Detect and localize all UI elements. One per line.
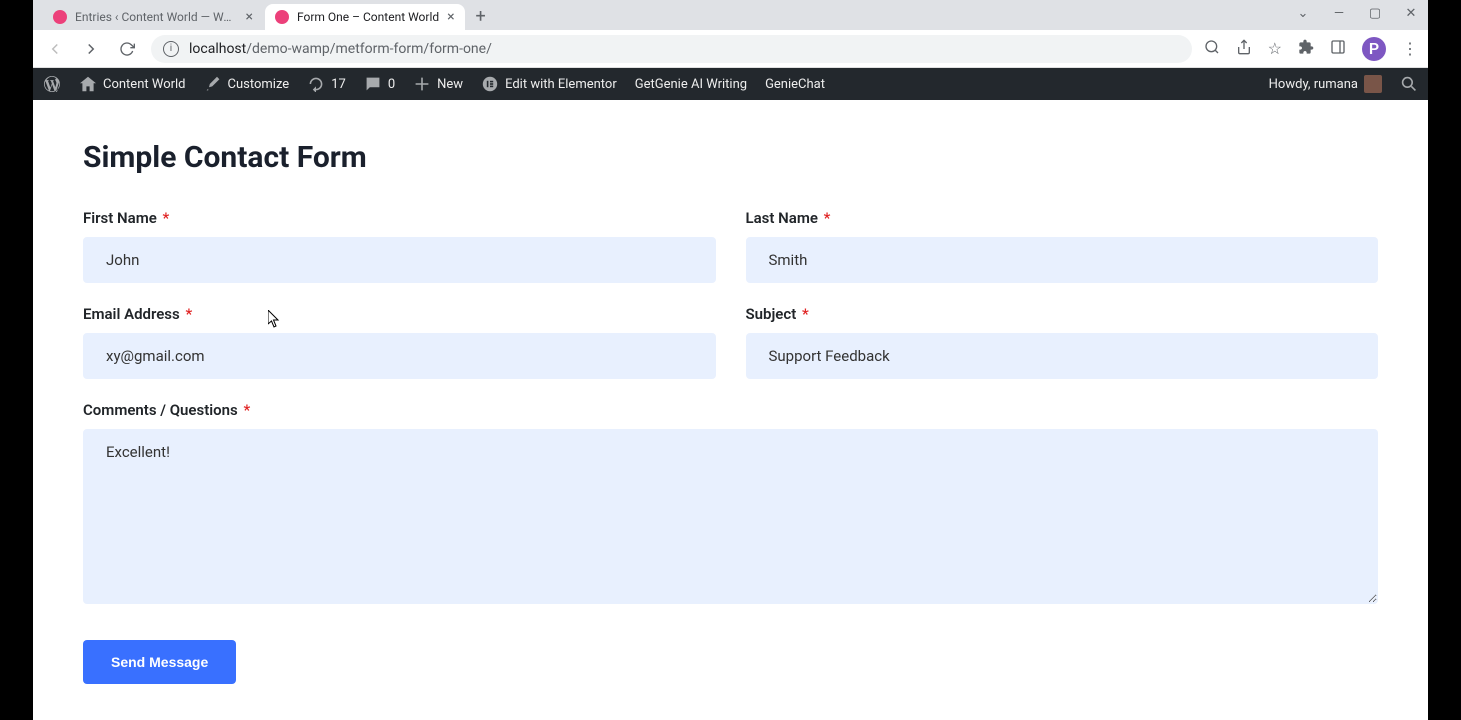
page-title: Simple Contact Form [83,140,1378,175]
close-window-icon[interactable]: ✕ [1402,4,1420,22]
browser-tab-form-one[interactable]: Form One – Content World × [265,4,465,30]
close-icon[interactable]: × [447,10,454,24]
home-icon [79,75,97,93]
send-message-button[interactable]: Send Message [83,640,236,684]
bookmark-icon[interactable]: ☆ [1268,39,1282,58]
search-icon [1400,75,1418,93]
site-name-label: Content World [103,77,186,92]
wordpress-icon [43,75,61,93]
wp-admin-bar: Content World Customize 17 0 New [33,68,1428,100]
getgenie-link[interactable]: GetGenie AI Writing [635,77,747,92]
tab-title: Entries ‹ Content World — Word [75,10,238,24]
back-button[interactable] [43,37,67,61]
user-avatar-icon [1364,75,1382,93]
getgenie-label: GetGenie AI Writing [635,77,747,92]
profile-avatar[interactable]: P [1362,37,1386,61]
comments-textarea[interactable] [83,429,1378,604]
browser-window: Entries ‹ Content World — Word × Form On… [33,0,1428,720]
close-icon[interactable]: × [246,10,253,24]
subject-group: Subject * [746,305,1379,379]
geniechat-label: GenieChat [765,77,825,92]
first-name-input[interactable] [83,237,716,283]
comments-group: Comments / Questions * [83,401,1378,604]
search-toggle[interactable] [1400,75,1418,93]
wordpress-favicon-icon [275,10,289,24]
email-label: Email Address * [83,305,716,323]
page-content: Simple Contact Form First Name * Last Na… [33,100,1428,720]
window-controls: ⌄ — ▢ ✕ [1294,4,1420,22]
last-name-group: Last Name * [746,209,1379,283]
email-input[interactable] [83,333,716,379]
share-icon[interactable] [1236,39,1252,59]
updates-link[interactable]: 17 [307,75,346,93]
new-tab-button[interactable]: + [467,2,495,30]
comment-icon [364,75,382,93]
edit-elementor-label: Edit with Elementor [505,77,617,92]
update-icon [307,75,325,93]
forward-button[interactable] [79,37,103,61]
user-account-link[interactable]: Howdy, rumana [1269,75,1382,93]
site-info-icon[interactable]: i [163,41,179,57]
elementor-icon [481,75,499,93]
user-greeting: Howdy, rumana [1269,77,1358,92]
subject-label: Subject * [746,305,1379,323]
chevron-down-icon[interactable]: ⌄ [1294,4,1312,22]
brush-icon [204,75,222,93]
zoom-icon[interactable] [1204,39,1220,59]
customize-link[interactable]: Customize [204,75,290,93]
last-name-label: Last Name * [746,209,1379,227]
updates-count: 17 [331,77,346,92]
kebab-menu-icon[interactable]: ⋮ [1402,39,1418,58]
site-name-link[interactable]: Content World [79,75,186,93]
sidepanel-icon[interactable] [1330,39,1346,59]
first-name-group: First Name * [83,209,716,283]
maximize-icon[interactable]: ▢ [1366,4,1384,22]
geniechat-link[interactable]: GenieChat [765,77,825,92]
last-name-input[interactable] [746,237,1379,283]
wordpress-favicon-icon [53,10,67,24]
comments-label: Comments / Questions * [83,401,1378,419]
tab-bar: Entries ‹ Content World — Word × Form On… [33,0,1428,30]
subject-input[interactable] [746,333,1379,379]
new-label: New [437,77,463,92]
new-content-link[interactable]: New [413,75,463,93]
url-text: localhost/demo-wamp/metform-form/form-on… [189,41,492,57]
comments-count: 0 [388,77,395,92]
browser-tab-entries[interactable]: Entries ‹ Content World — Word × [43,4,263,30]
email-group: Email Address * [83,305,716,379]
tab-title: Form One – Content World [297,10,439,24]
customize-label: Customize [228,77,290,92]
first-name-label: First Name * [83,209,716,227]
wp-logo-link[interactable] [43,75,61,93]
edit-elementor-link[interactable]: Edit with Elementor [481,75,617,93]
reload-button[interactable] [115,37,139,61]
minimize-icon[interactable]: — [1330,4,1348,22]
address-bar: i localhost/demo-wamp/metform-form/form-… [33,30,1428,68]
plus-icon [413,75,431,93]
url-input[interactable]: i localhost/demo-wamp/metform-form/form-… [151,35,1192,63]
extensions-icon[interactable] [1298,39,1314,59]
comments-link[interactable]: 0 [364,75,395,93]
browser-actions: ☆ P ⋮ [1204,37,1418,61]
